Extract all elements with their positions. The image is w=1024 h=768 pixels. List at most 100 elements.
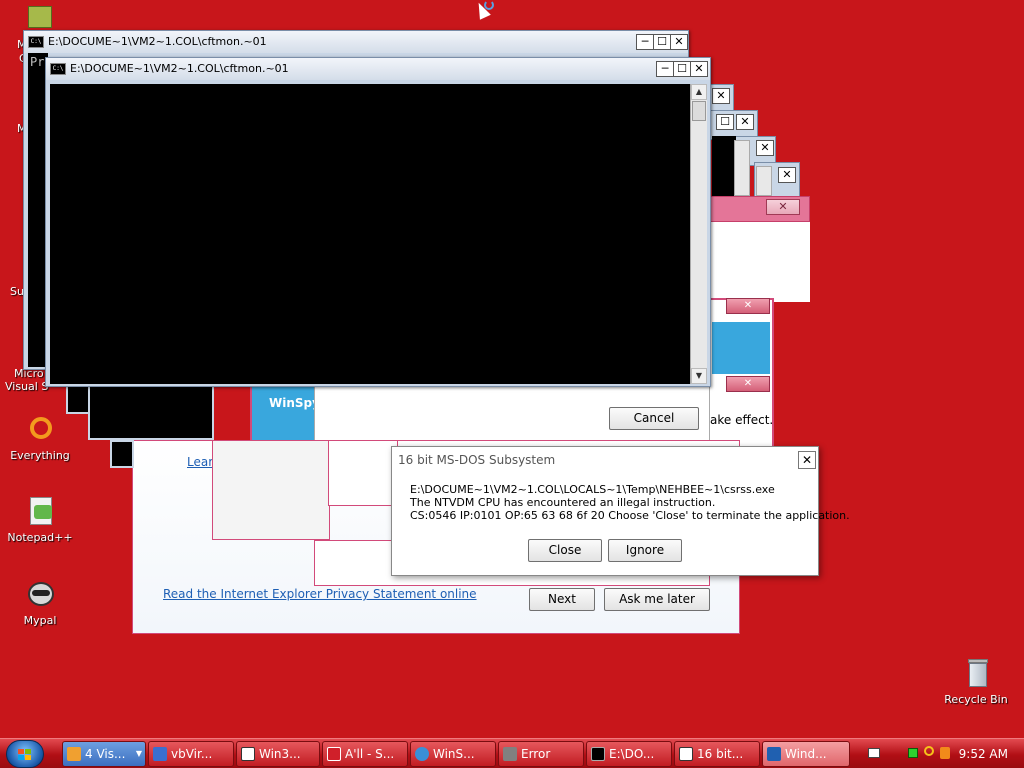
winspy-close-button[interactable]: ✕ [726,298,770,314]
close-icon[interactable]: ✕ [766,199,800,215]
desktop-icon-label: Recycle Bin [944,693,1008,706]
scroll-up-icon[interactable]: ▲ [691,84,707,100]
console-scrollbar[interactable]: ▲ ▼ [690,84,707,384]
inner-white-panel [328,440,398,506]
desktop-partial-label-6: Visual S [5,380,49,393]
notepad-plus-icon [24,495,56,527]
maximize-icon[interactable]: ☐ [673,61,691,77]
close-icon[interactable]: ✕ [712,88,730,104]
taskbar-item-ati[interactable]: A'll - S... [322,741,408,767]
ignore-button[interactable]: Ignore [608,539,682,562]
taskbar-item-console[interactable]: E:\DO... [586,741,672,767]
minimize-icon[interactable]: ─ [656,61,674,77]
pink-window-body [710,222,810,302]
mypal-raccoon-icon [24,578,56,610]
taskbar-item-label: WinS... [433,747,475,761]
ask-me-later-button[interactable]: Ask me later [604,588,710,611]
taskbar-item-winspy-browser[interactable]: WinS... [410,741,496,767]
desktop-icon-everything[interactable]: Everything [0,413,80,462]
close-icon[interactable]: ✕ [756,140,774,156]
winspy-close-button-2[interactable]: ✕ [726,376,770,392]
message-line: E:\DOCUME~1\VM2~1.COL\LOCALS~1\Temp\NEHB… [410,483,775,496]
taskbar-item-label: 4 Vis... [85,747,126,761]
close-button[interactable]: Close [528,539,602,562]
close-icon[interactable]: ✕ [798,451,816,469]
taskbar-item-error[interactable]: Error [498,741,584,767]
taskbar: 4 Vis... ▼ vbVir... Win3... A'll - S... … [0,738,1024,768]
console-icon: C:\ [50,63,66,75]
ati-icon [327,747,341,761]
desktop-icon-label: Mypal [23,614,57,627]
network-icon[interactable] [868,748,880,758]
desktop-icon-mypal[interactable]: Mypal [0,578,80,627]
taskbar-item-win3[interactable]: Win3... [236,741,320,767]
console-title: E:\DOCUME~1\VM2~1.COL\cftmon.~01 [70,62,289,75]
effect-text: ake effect. [710,413,774,427]
maximize-icon[interactable]: ☐ [716,114,734,130]
start-button[interactable] [6,740,44,768]
console-titlebar[interactable]: C:\ E:\DOCUME~1\VM2~1.COL\cftmon.~01 ─ ☐… [24,31,688,53]
desktop-icon-notepadpp[interactable]: Notepad++ [0,495,80,544]
taskbar-item-label: A'll - S... [345,747,395,761]
scroll-down-icon[interactable]: ▼ [691,368,707,384]
gray-inner-panel [212,440,330,540]
system-tray: 9:52 AM [862,741,1022,767]
ntvdm-dialog[interactable]: 16 bit MS-DOS Subsystem ✕ E:\DOCUME~1\VM… [391,446,850,576]
vb-icon [153,747,167,761]
dialog-message: E:\DOCUME~1\VM2~1.COL\LOCALS~1\Temp\NEHB… [410,483,850,522]
desktop-icon-label: Notepad++ [7,531,73,544]
learn-more-link[interactable]: Lear [187,455,213,469]
console-fragment [110,440,134,468]
busy-spinner-icon [484,0,494,10]
console-window-front[interactable]: C:\ E:\DOCUME~1\VM2~1.COL\cftmon.~01 ─ ☐… [45,57,711,387]
scrollbar-strip [734,140,750,196]
taskbar-item-windows[interactable]: Wind... [762,741,850,767]
top-left-desktop-icon[interactable] [28,6,52,28]
console-title: E:\DOCUME~1\VM2~1.COL\cftmon.~01 [48,35,267,48]
message-line: The NTVDM CPU has encountered an illegal… [410,496,716,509]
close-icon[interactable]: ✕ [690,61,708,77]
taskbar-item-label: E:\DO... [609,747,655,761]
windows-logo-icon [18,749,31,760]
winspy-label: WinSpy [269,396,320,410]
dialog-title: 16 bit MS-DOS Subsystem [398,453,556,467]
message-line: CS:0546 IP:0101 OP:65 63 68 6f 20 Choose… [410,509,850,522]
globe-icon [415,747,429,761]
folder-group-icon [67,747,81,761]
winspy-blue-panel [712,322,770,374]
taskbar-item-label: 16 bit... [697,747,744,761]
scroll-thumb[interactable] [692,101,706,121]
info-icon[interactable] [940,747,950,759]
scrollbar-strip [756,166,772,196]
privacy-statement-link[interactable]: Read the Internet Explorer Privacy State… [163,587,477,601]
green-status-icon[interactable] [908,748,918,758]
close-icon[interactable]: ✕ [778,167,796,183]
next-button[interactable]: Next [529,588,595,611]
taskbar-item-label: Wind... [785,747,827,761]
window-icon [679,747,693,761]
search-icon[interactable] [924,746,934,756]
console-body [50,84,690,384]
taskbar-item-16bit[interactable]: 16 bit... [674,741,760,767]
close-icon[interactable]: ✕ [670,34,688,50]
maximize-icon[interactable]: ☐ [653,34,671,50]
taskbar-item-vbvir[interactable]: vbVir... [148,741,234,767]
clock[interactable]: 9:52 AM [959,747,1008,761]
console-icon: C:\ [28,36,44,48]
console-fragment [88,384,214,440]
cancel-button[interactable]: Cancel [609,407,699,430]
minimize-icon[interactable]: ─ [636,34,654,50]
desktop-icon-recycle-bin[interactable]: Recycle Bin [936,657,1016,706]
taskbar-item-visual-studio-group[interactable]: 4 Vis... ▼ [62,741,146,767]
console-icon [591,747,605,761]
window-icon [241,747,255,761]
winspy-icon [767,747,781,761]
taskbar-item-label: vbVir... [171,747,213,761]
black-console-edge [712,136,736,196]
close-icon[interactable]: ✕ [736,114,754,130]
console-titlebar[interactable]: C:\ E:\DOCUME~1\VM2~1.COL\cftmon.~01 ─ ☐… [46,58,710,80]
chevron-down-icon[interactable]: ▼ [136,742,142,766]
desktop-partial-label-4: Su [10,285,24,298]
desktop-icon-label: Everything [10,449,70,462]
taskbar-item-label: Error [521,747,551,761]
